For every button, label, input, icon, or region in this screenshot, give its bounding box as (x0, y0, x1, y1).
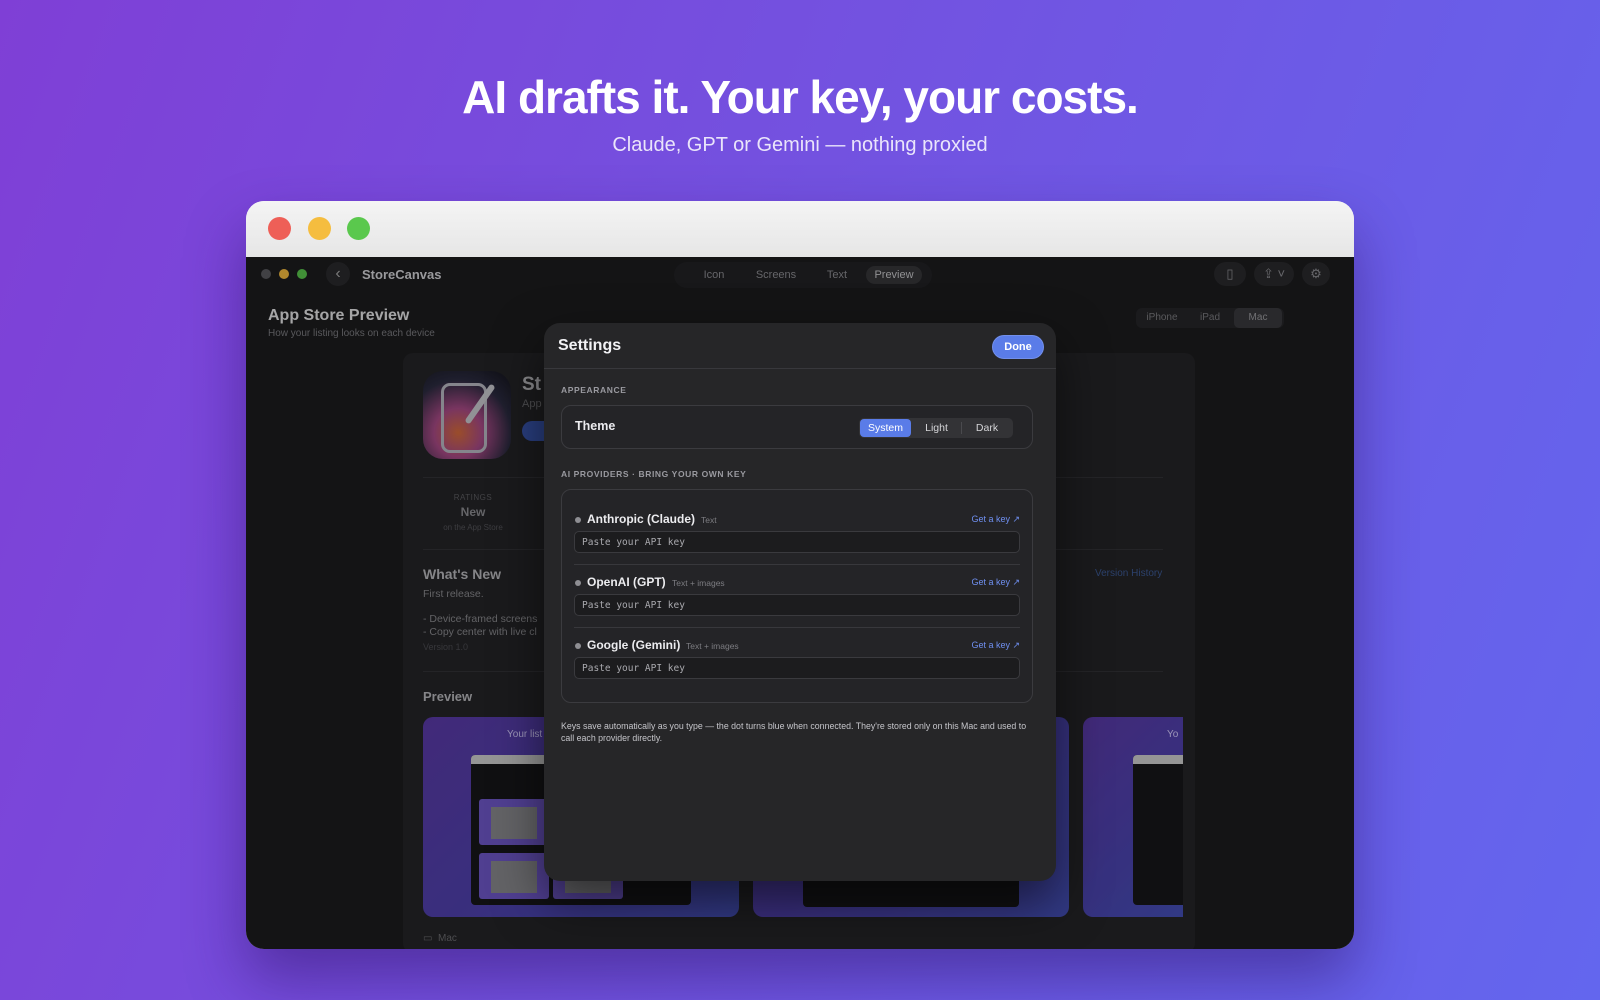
provider-capability: Text + images (686, 641, 739, 651)
hero-headline: AI drafts it. Your key, your costs. (462, 71, 1139, 123)
outer-window: ‹ StoreCanvas Icon Screens Text Preview … (246, 201, 1354, 949)
provider-name-anthropic: Anthropic (Claude) (587, 512, 695, 526)
theme-option-light[interactable]: Light (912, 419, 961, 437)
divider (574, 564, 1020, 565)
providers-section-label: AI PROVIDERS · BRING YOUR OWN KEY (561, 469, 747, 479)
divider (574, 627, 1020, 628)
outer-titlebar (246, 201, 1354, 257)
provider-name-google: Google (Gemini) (587, 638, 681, 652)
settings-title: Settings (558, 337, 622, 354)
connection-status-dot (575, 517, 581, 523)
theme-selector: System Light Dark (859, 418, 1013, 438)
keys-footnote: Keys save automatically as you type — th… (561, 721, 1027, 743)
connection-status-dot (575, 643, 581, 649)
settings-sheet: Settings Done APPEARANCE Theme System Li… (544, 323, 1056, 881)
api-key-input-anthropic[interactable] (574, 531, 1020, 553)
hero-subheadline: Claude, GPT or Gemini — nothing proxied (612, 134, 988, 156)
appearance-section-label: APPEARANCE (561, 385, 627, 395)
theme-label: Theme (575, 419, 616, 433)
close-window-button[interactable] (268, 217, 291, 240)
app-window: ‹ StoreCanvas Icon Screens Text Preview … (246, 257, 1354, 949)
get-key-link-openai[interactable]: Get a key ↗ (971, 577, 1020, 588)
theme-option-system[interactable]: System (860, 419, 911, 437)
done-button[interactable]: Done (992, 335, 1044, 359)
api-key-input-google[interactable] (574, 657, 1020, 679)
provider-capability: Text (701, 515, 717, 525)
providers-group: Anthropic (Claude) Text Get a key ↗ Open… (561, 489, 1033, 703)
provider-capability: Text + images (672, 578, 725, 588)
divider (544, 368, 1056, 369)
api-key-input-openai[interactable] (574, 594, 1020, 616)
theme-option-dark[interactable]: Dark (962, 419, 1012, 437)
provider-name-openai: OpenAI (GPT) (587, 575, 666, 589)
connection-status-dot (575, 580, 581, 586)
get-key-link-google[interactable]: Get a key ↗ (971, 640, 1020, 651)
appearance-group: Theme System Light Dark (561, 405, 1033, 449)
get-key-link-anthropic[interactable]: Get a key ↗ (971, 514, 1020, 525)
minimize-window-button[interactable] (308, 217, 331, 240)
zoom-window-button[interactable] (347, 217, 370, 240)
